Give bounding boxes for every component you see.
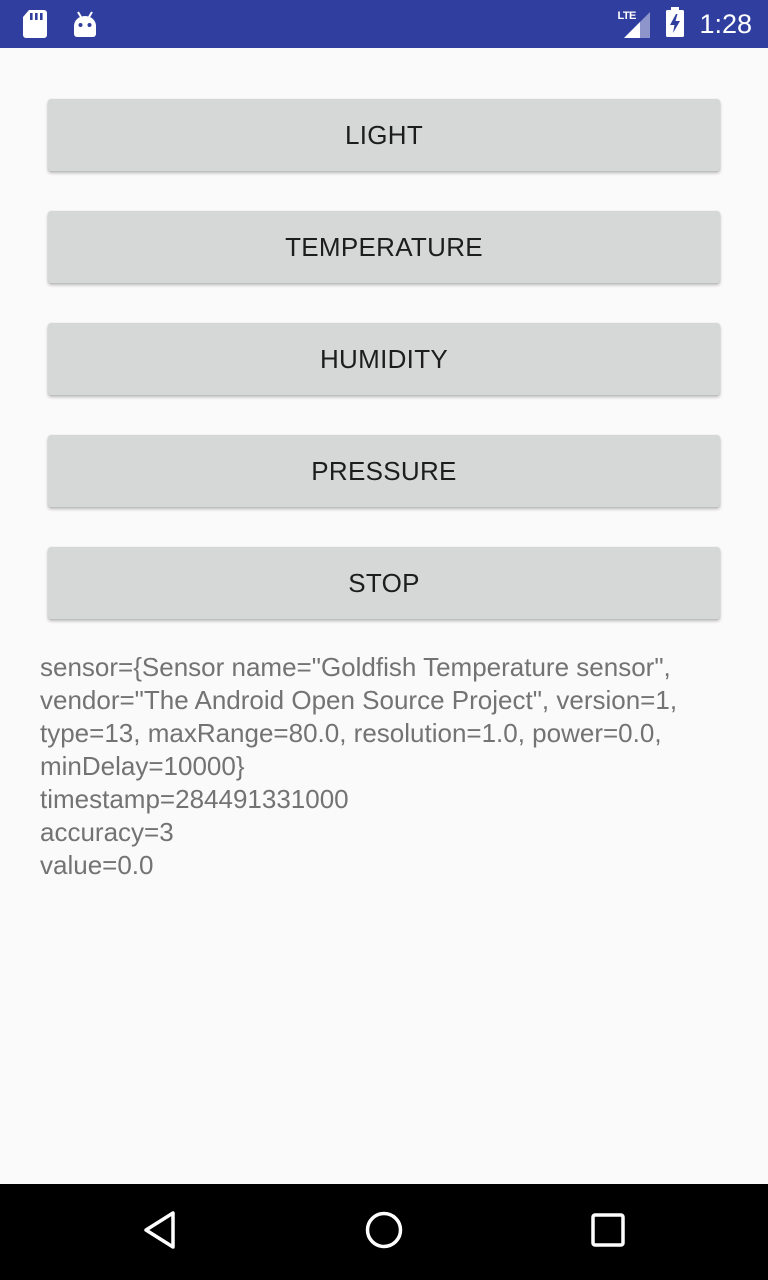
home-icon: [364, 1210, 404, 1255]
navigation-bar: [0, 1184, 768, 1280]
android-icon: [72, 9, 98, 44]
recents-icon: [590, 1212, 626, 1253]
battery-charging-icon: [665, 6, 685, 43]
sd-card-icon: [22, 9, 48, 44]
main-content: LIGHT TEMPERATURE HUMIDITY PRESSURE STOP…: [0, 48, 768, 1184]
readout-line-accuracy: accuracy=3: [40, 817, 174, 847]
readout-line-vendor: vendor="The Android Open Source Project"…: [40, 685, 678, 715]
home-button[interactable]: [360, 1208, 408, 1256]
readout-line-value: value=0.0: [40, 850, 154, 880]
temperature-button[interactable]: TEMPERATURE: [48, 211, 720, 283]
status-clock: 1:28: [699, 9, 752, 39]
readout-line-sensor-name: sensor={Sensor name="Goldfish Temperatur…: [40, 652, 671, 682]
sensor-readout: sensor={Sensor name="Goldfish Temperatur…: [40, 651, 740, 882]
readout-line-min-delay: minDelay=10000}: [40, 751, 245, 781]
light-button[interactable]: LIGHT: [48, 99, 720, 171]
notification-icons: [22, 9, 98, 44]
stop-button[interactable]: STOP: [48, 547, 720, 619]
signal-icon: LTE: [617, 8, 651, 40]
back-icon: [142, 1210, 178, 1255]
back-button[interactable]: [136, 1208, 184, 1256]
recents-button[interactable]: [584, 1208, 632, 1256]
readout-line-timestamp: timestamp=284491331000: [40, 784, 349, 814]
status-bar: LTE 1:28: [0, 0, 768, 48]
pressure-button[interactable]: PRESSURE: [48, 435, 720, 507]
readout-line-type: type=13, maxRange=80.0, resolution=1.0, …: [40, 718, 662, 748]
system-status: LTE 1:28: [617, 6, 752, 43]
humidity-button[interactable]: HUMIDITY: [48, 323, 720, 395]
